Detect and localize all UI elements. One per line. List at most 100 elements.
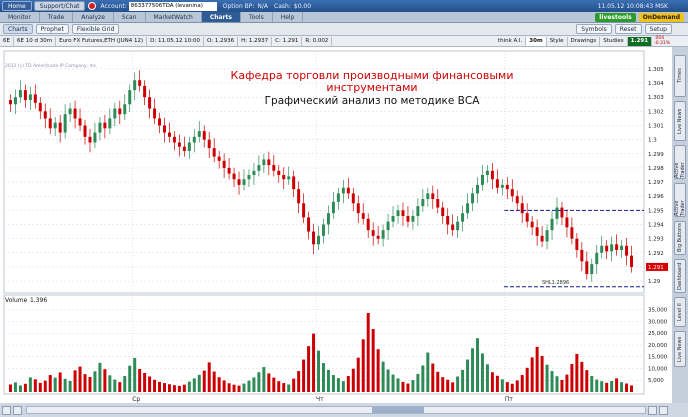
tab-scan[interactable]: Scan (114, 12, 146, 22)
candle-body (217, 156, 221, 161)
volume-bar (361, 339, 365, 392)
tab-help[interactable]: Help (273, 12, 304, 22)
scroll-left-icon[interactable] (2, 405, 11, 415)
candle-body (500, 184, 504, 188)
candle-body (78, 118, 82, 126)
volume-bar (38, 382, 42, 392)
support-chat-button[interactable]: Support/Chat (33, 1, 86, 11)
candle-body (605, 245, 609, 252)
volume-bar (272, 377, 276, 392)
prophet-subtab[interactable]: Prophet (35, 24, 69, 34)
account-select[interactable]: 863377506TDA (levanina) (128, 1, 217, 11)
volume-bar (182, 384, 186, 392)
volume-bar (575, 353, 579, 392)
charts-subtab[interactable]: Charts (3, 24, 33, 34)
time-axis-label: Чт (316, 396, 324, 403)
volume-bar (317, 350, 321, 392)
tab-label: Charts (209, 13, 232, 21)
alert-icon[interactable] (88, 2, 97, 10)
rtab-active-trader-a[interactable]: Active Trader (674, 145, 686, 179)
studies-menu[interactable]: Studies (600, 36, 628, 46)
price-tick-label: 1.293 (648, 237, 664, 243)
volume-bar (192, 378, 196, 392)
time-scrollbar[interactable] (26, 406, 646, 414)
tab-tools[interactable]: Tools (241, 12, 273, 22)
think-ai-button[interactable]: think A.I. (495, 36, 527, 46)
candle-body (585, 261, 589, 275)
candle-body (73, 108, 77, 119)
candle-body (138, 80, 142, 86)
zoom-out-icon[interactable] (13, 405, 22, 415)
candle-body (68, 108, 72, 115)
tab-charts[interactable]: Charts (201, 12, 241, 22)
candle-body (610, 244, 614, 252)
timeframe-select[interactable]: 30m (526, 36, 547, 46)
volume-bar (376, 349, 380, 392)
volume-bar (346, 376, 350, 392)
candle-body (93, 132, 97, 143)
volume-bar (287, 384, 291, 392)
reset-button[interactable]: Reset (614, 24, 642, 34)
style-menu[interactable]: Style (547, 36, 568, 46)
drawings-menu[interactable]: Drawings (568, 36, 601, 46)
candle-body (336, 193, 340, 202)
right-gadget-strip: Times Live News Active Trader Active Tra… (672, 47, 688, 403)
livestools-button[interactable]: livestools (595, 12, 636, 22)
volume-bar (466, 359, 470, 392)
candle-body (28, 94, 32, 101)
tab-monitor[interactable]: Monitor (0, 12, 40, 22)
home-button[interactable]: Home (2, 1, 32, 11)
chart-area[interactable]: 1.305 1.304 1.303 1.302 1.301 1.3 1.299 1.298 1.… (0, 47, 672, 403)
tab-marketwatch[interactable]: MarketWatch (146, 12, 202, 22)
symbol-input[interactable]: 6E (0, 36, 14, 46)
rtab-label: Dashboard (677, 262, 683, 290)
candle-body (386, 221, 390, 231)
description-value: Euro FX Futures,ETH (JUN4 12) (59, 38, 144, 44)
price-chart[interactable]: 1.305 1.304 1.303 1.302 1.301 1.3 1.299 1.298 1.… (0, 47, 672, 403)
rtab-label: Active Trader (674, 162, 686, 178)
volume-bar (560, 380, 564, 392)
scroll-right-icon[interactable] (648, 405, 657, 415)
volume-tick-label: 25,000 (648, 331, 668, 337)
volume-bar (336, 378, 340, 392)
candle-body (212, 148, 216, 157)
symbols-button[interactable]: Symbols (576, 24, 612, 34)
rtab-live-news[interactable]: Live News (674, 331, 686, 367)
rtab-dashboard[interactable]: Dashboard (674, 259, 686, 293)
rtab-level-ii[interactable]: Level II (674, 297, 686, 327)
volume-bar (580, 361, 584, 392)
volume-bar (615, 378, 619, 392)
zoom-in-icon[interactable] (659, 405, 668, 415)
candle-body (535, 227, 539, 236)
scroll-thumb[interactable] (372, 407, 424, 413)
datetime: 11.05.12 10:08:43 MSK (597, 2, 668, 10)
volume-tick-label: 15,000 (648, 355, 668, 361)
volume-bar (177, 385, 181, 392)
candle-body (58, 122, 62, 133)
volume-bar (545, 364, 549, 392)
candle-body (630, 255, 634, 267)
candle-body (287, 176, 291, 180)
ondemand-button[interactable]: OnDemand (638, 12, 684, 22)
candle-body (272, 165, 276, 171)
rtab-big-buttons[interactable]: Big Buttons (674, 221, 686, 255)
rtab-active-trader-b[interactable]: Active Trader (674, 183, 686, 217)
volume-bar (153, 379, 157, 392)
volume-bar (480, 353, 484, 392)
price-tick-label: 1.297 (648, 180, 664, 186)
volume-bar (202, 370, 206, 392)
setup-button[interactable]: Setup (644, 24, 672, 34)
rtab-live-news-top[interactable]: Live News (674, 101, 686, 141)
flexible-grid-subtab[interactable]: Flexible Grid (71, 24, 120, 34)
volume-bar (227, 383, 231, 392)
rtab-label: Active Trader (674, 200, 686, 216)
tab-analyze[interactable]: Analyze (73, 12, 114, 22)
tab-trade[interactable]: Trade (40, 12, 74, 22)
volume-bar (93, 371, 97, 392)
candle-body (416, 206, 420, 217)
candle-body (312, 231, 316, 245)
rtab-times[interactable]: Times (674, 55, 686, 97)
candle-body (401, 210, 405, 217)
volume-bar (426, 352, 430, 392)
volume-bar (500, 379, 504, 392)
